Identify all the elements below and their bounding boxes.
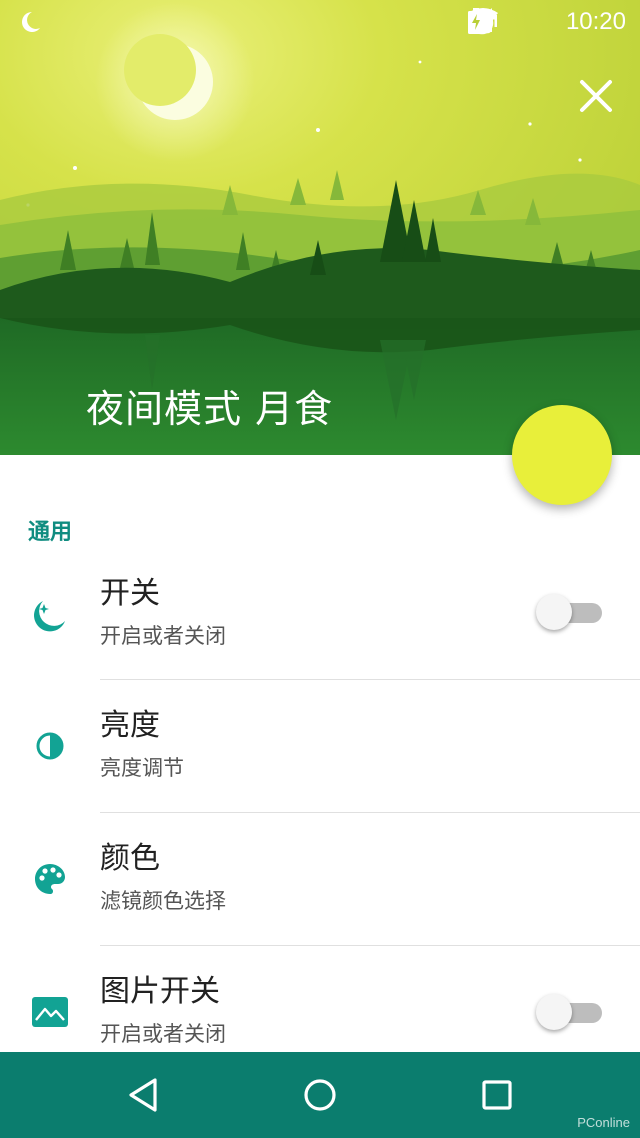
- setting-title: 开关: [100, 576, 160, 611]
- setting-title: 图片开关: [100, 974, 220, 1009]
- home-button[interactable]: [297, 1072, 343, 1118]
- moon-stars-icon: [30, 594, 70, 634]
- section-header-general: 通用: [28, 520, 73, 545]
- setting-item-switch[interactable]: 开关 开启或者关闭: [0, 548, 640, 680]
- navigation-bar: PConline: [0, 1052, 640, 1138]
- night-mode-fab[interactable]: [512, 405, 612, 505]
- setting-subtitle: 亮度调节: [100, 756, 184, 780]
- image-icon: [30, 992, 70, 1032]
- back-triangle-icon: [129, 1078, 157, 1112]
- close-icon: [580, 80, 612, 112]
- palette-icon: [30, 859, 70, 899]
- recents-button[interactable]: [474, 1072, 520, 1118]
- status-time: 10:20: [565, 8, 626, 35]
- setting-subtitle: 开启或者关闭: [100, 624, 226, 648]
- half-circle-icon: [30, 726, 70, 766]
- setting-item-brightness[interactable]: 亮度 亮度调节: [0, 680, 640, 812]
- image-switch-toggle[interactable]: [536, 992, 602, 1032]
- toggle-thumb: [536, 594, 572, 630]
- page-title: 夜间模式 月食: [86, 387, 334, 431]
- close-button[interactable]: [576, 76, 616, 116]
- watermark: PConline: [577, 1115, 630, 1130]
- setting-item-color[interactable]: 颜色 滤镜颜色选择: [0, 813, 640, 945]
- header-banner: 10:20 夜间模式 月食: [0, 0, 640, 455]
- setting-title: 颜色: [100, 841, 160, 876]
- setting-subtitle: 滤镜颜色选择: [100, 889, 226, 913]
- setting-subtitle: 开启或者关闭: [100, 1022, 226, 1046]
- status-bar: 10:20: [0, 0, 640, 48]
- setting-title: 亮度: [100, 708, 160, 743]
- recents-square-icon: [482, 1080, 512, 1110]
- home-circle-icon: [304, 1079, 336, 1111]
- moon-icon: [555, 438, 573, 472]
- back-button[interactable]: [120, 1072, 166, 1118]
- switch-toggle[interactable]: [536, 592, 602, 632]
- toggle-thumb: [536, 994, 572, 1030]
